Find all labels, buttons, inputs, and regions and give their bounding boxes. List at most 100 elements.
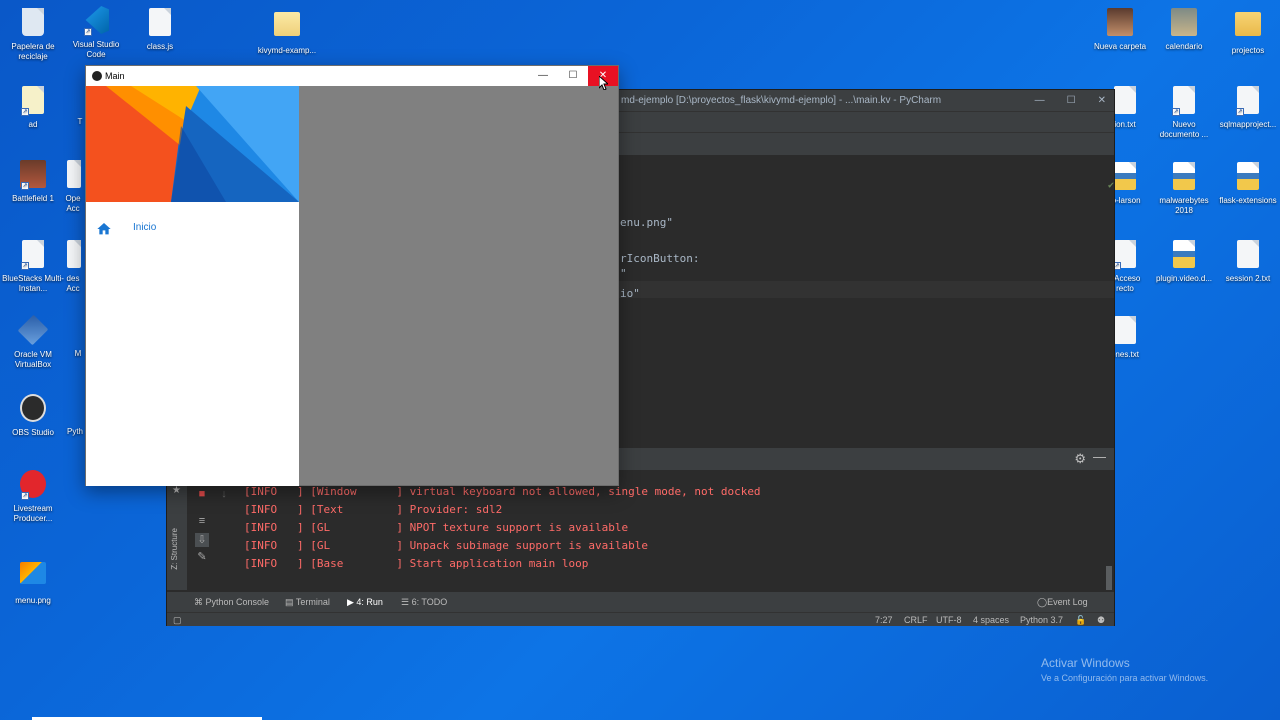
navigation-drawer: Inicio bbox=[86, 86, 299, 486]
list-icon: ☰ bbox=[401, 597, 412, 607]
drawer-header-image bbox=[86, 86, 299, 202]
lock-icon[interactable]: 🔓 bbox=[1075, 613, 1086, 627]
file-icon: ↗ bbox=[19, 86, 47, 116]
pycharm-title: md-ejemplo [D:\proyectos_flask\kivymd-ej… bbox=[621, 95, 942, 106]
desktop-icon-label: OBS Studio bbox=[12, 428, 54, 437]
desktop-icon-ad[interactable]: ↗ ad bbox=[2, 86, 64, 130]
favorites-star-icon[interactable]: ★ bbox=[172, 485, 181, 496]
desktop-icon-label: Nueva carpeta bbox=[1093, 42, 1147, 51]
vscode-icon: ↗ bbox=[82, 6, 110, 36]
console-line: [INFO ] [GL ] Unpack subimage support is… bbox=[244, 539, 648, 552]
file-icon bbox=[146, 8, 174, 38]
desktop-icon-label: plugin.video.d... bbox=[1155, 274, 1213, 283]
desktop-icon-label: ad bbox=[28, 120, 38, 129]
console-line: [INFO ] [Text ] Provider: sdl2 bbox=[244, 503, 503, 516]
folder-icon bbox=[1170, 8, 1198, 38]
image-file-icon bbox=[19, 562, 47, 592]
status-bar: ▢ 7:27 CRLF UTF-8 4 spaces Python 3.7 🔓 … bbox=[167, 612, 1114, 626]
code-line: enu.png" bbox=[620, 216, 673, 229]
folder-icon bbox=[1234, 12, 1262, 42]
tab-todo[interactable]: ☰ 6: TODO bbox=[401, 592, 447, 612]
scroll-to-end-icon[interactable]: ⇩ bbox=[195, 533, 209, 547]
desktop-icon-label: Visual Studio Code bbox=[72, 40, 120, 59]
console-scrollbar[interactable] bbox=[1106, 566, 1112, 590]
desktop-icon-menu-png[interactable]: menu.png bbox=[2, 556, 64, 606]
main-window-titlebar[interactable]: Main — ☐ ✕ bbox=[86, 66, 618, 86]
tab-python-console[interactable]: ⌘ Python Console bbox=[194, 592, 269, 612]
text-file-icon bbox=[1234, 240, 1262, 270]
soft-wrap-icon[interactable]: ≡ bbox=[195, 515, 209, 529]
desktop-icon-nueva-carpeta[interactable]: Nueva carpeta bbox=[1089, 8, 1151, 52]
home-icon bbox=[97, 223, 111, 235]
virtualbox-icon bbox=[17, 314, 49, 346]
desktop-icon-battlefield[interactable]: ↗ Battlefield 1 bbox=[2, 160, 64, 204]
status-indent[interactable]: 4 spaces bbox=[973, 613, 1009, 627]
desktop-partial-icon[interactable]: des Acc bbox=[60, 240, 86, 294]
arrow-down-icon[interactable]: ↓ bbox=[217, 488, 231, 502]
material-wallpaper-graphic bbox=[86, 86, 299, 202]
desktop-icon-calendario[interactable]: calendario bbox=[1153, 8, 1215, 52]
layout-toggle-icon[interactable]: ▢ bbox=[173, 613, 182, 627]
console-line: [INFO ] [Base ] Start application main l… bbox=[244, 557, 589, 570]
desktop-icon-malwarebytes[interactable]: malwarebytes 2018 bbox=[1153, 162, 1215, 216]
console-line: [INFO ] [Window ] virtual keyboard not a… bbox=[244, 485, 761, 498]
desktop-icon-virtualbox[interactable]: Oracle VM VirtualBox bbox=[2, 314, 64, 370]
tab-event-log[interactable]: ◯Event Log bbox=[1037, 592, 1088, 612]
tab-run[interactable]: ▶ 4: Run bbox=[347, 592, 383, 612]
desktop-icon-label: calendario bbox=[1165, 42, 1203, 51]
desktop-icon-vscode[interactable]: ↗ Visual Studio Code bbox=[65, 6, 127, 60]
desktop-icon-session-2[interactable]: session 2.txt bbox=[1217, 240, 1279, 284]
desktop-icon-kivymd-folder[interactable]: kivymd-examp... bbox=[256, 8, 318, 56]
desktop-icon-label: Oracle VM VirtualBox bbox=[14, 350, 52, 369]
desktop-icon-label: sqlmapproject... bbox=[1219, 120, 1277, 129]
desktop-icon-label: kivymd-examp... bbox=[257, 46, 317, 55]
code-line: " bbox=[620, 267, 627, 280]
status-encoding[interactable]: UTF-8 bbox=[936, 613, 962, 627]
tool-window-tabs: ⌘ Python Console ▤ Terminal ▶ 4: Run ☰ 6… bbox=[167, 592, 1114, 612]
maximize-button[interactable]: ☐ bbox=[1067, 90, 1076, 111]
python-file-icon bbox=[1111, 162, 1139, 192]
desktop-icon-bluestacks[interactable]: ↗ BlueStacks Multi-Instan... bbox=[2, 240, 64, 294]
main-app-window[interactable]: Main — ☐ ✕ Inicio bbox=[85, 65, 619, 486]
python-icon: ⌘ bbox=[194, 597, 206, 607]
minimize-button[interactable]: — bbox=[1035, 90, 1045, 111]
terminal-icon: ▤ bbox=[285, 597, 296, 607]
livestream-icon: ↗ bbox=[19, 470, 47, 500]
desktop-icon-label: class.js bbox=[146, 42, 174, 51]
close-button[interactable]: ✕ bbox=[1098, 90, 1106, 111]
desktop-icon-flask-extensions[interactable]: flask-extensions bbox=[1217, 162, 1279, 206]
run-console-output[interactable]: [INFO ] [Window ] virtual keyboard not a… bbox=[244, 485, 761, 575]
inspector-icon[interactable]: ⚉ bbox=[1097, 613, 1105, 627]
maximize-button[interactable]: ☐ bbox=[558, 66, 588, 86]
left-tool-strip: Z: Structure ★ bbox=[167, 470, 187, 590]
desktop-icon-sqlmap[interactable]: ↗ sqlmapproject... bbox=[1217, 86, 1279, 130]
pin-icon[interactable]: ✎ bbox=[195, 550, 209, 564]
desktop-partial-icon[interactable]: Ope Acc bbox=[60, 160, 86, 214]
desktop-icon-label: menu.png bbox=[15, 596, 51, 605]
minimize-button[interactable]: — bbox=[528, 66, 558, 86]
obs-icon bbox=[19, 394, 47, 424]
gear-icon[interactable]: ⚙ bbox=[1074, 451, 1086, 467]
desktop-icon-label: projectos bbox=[1231, 46, 1265, 55]
desktop-icon-plugin-video[interactable]: plugin.video.d... bbox=[1153, 240, 1215, 284]
tab-terminal[interactable]: ▤ Terminal bbox=[285, 592, 330, 612]
desktop-icon-label: session 2.txt bbox=[1225, 274, 1271, 283]
desktop-icon-livestream[interactable]: ↗ Livestream Producer... bbox=[2, 470, 64, 524]
drawer-item-label: Inicio bbox=[133, 222, 157, 233]
desktop-icon-obs[interactable]: OBS Studio bbox=[2, 394, 64, 438]
desktop-icon-recycle-bin[interactable]: Papelera de reciclaje bbox=[2, 8, 64, 62]
desktop-icon-class-js[interactable]: class.js bbox=[129, 8, 191, 52]
code-line: io" bbox=[620, 287, 640, 300]
activation-watermark: Activar Windows Ve a Configuración para … bbox=[1041, 656, 1208, 683]
structure-tab[interactable]: Z: Structure bbox=[170, 528, 179, 570]
stop-icon[interactable]: ■ bbox=[195, 488, 209, 502]
status-caret-position[interactable]: 7:27 bbox=[875, 613, 893, 627]
status-line-separator[interactable]: CRLF bbox=[904, 613, 928, 627]
inspection-check-icon: ✔ bbox=[1107, 180, 1114, 191]
desktop-icon-nuevo-documento[interactable]: ↗ Nuevo documento ... bbox=[1153, 86, 1215, 140]
file-icon bbox=[60, 160, 88, 190]
hide-panel-icon[interactable]: — bbox=[1093, 449, 1106, 464]
status-interpreter[interactable]: Python 3.7 bbox=[1020, 613, 1063, 627]
drawer-item-inicio[interactable]: Inicio bbox=[86, 217, 299, 241]
desktop-icon-projectos[interactable]: projectos bbox=[1217, 8, 1279, 56]
